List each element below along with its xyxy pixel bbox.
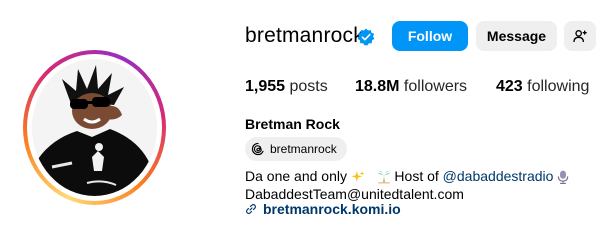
following-value: 423 [496, 78, 523, 95]
posts-value: 1,955 [245, 78, 286, 95]
bio-line-2: DabaddestTeam@unitedtalent.com [245, 186, 464, 202]
follow-button[interactable]: Follow [392, 21, 468, 51]
message-button[interactable]: Message [476, 21, 557, 51]
profile-avatar[interactable] [23, 50, 166, 205]
external-link-text: bretmanrock.komi.io [263, 201, 401, 217]
microphone-icon [558, 170, 569, 185]
avatar-photo [32, 59, 157, 196]
bio-host-of: Host of [394, 168, 439, 184]
following-count[interactable]: 423 following [496, 78, 589, 96]
bio-prefix: Da one and only [245, 168, 347, 184]
palm-tree-icon [377, 171, 390, 184]
external-link[interactable]: bretmanrock.komi.io [245, 201, 401, 217]
bio-line-1: Da one and only Host of @dabaddestradio [245, 168, 569, 185]
followers-label: followers [403, 78, 468, 95]
suggested-accounts-button[interactable] [564, 21, 596, 51]
profile-full-name: Bretman Rock [245, 116, 340, 132]
verified-badge-icon [357, 28, 375, 46]
profile-username[interactable]: bretmanrock [245, 24, 364, 48]
following-label: following [527, 78, 590, 95]
threads-handle: bretmanrock [270, 142, 337, 156]
link-icon [246, 204, 256, 214]
sparkles-icon [351, 171, 365, 182]
posts-label: posts [289, 78, 328, 95]
threads-icon [251, 142, 264, 156]
threads-badge[interactable]: bretmanrock [245, 137, 347, 161]
bio-mention-link[interactable]: @dabaddestradio [443, 168, 554, 184]
posts-count: 1,955 posts [245, 78, 328, 96]
avatar-image [32, 59, 157, 196]
followers-value: 18.8M [355, 78, 400, 95]
followers-count[interactable]: 18.8M followers [355, 78, 467, 96]
person-add-icon [573, 30, 587, 43]
